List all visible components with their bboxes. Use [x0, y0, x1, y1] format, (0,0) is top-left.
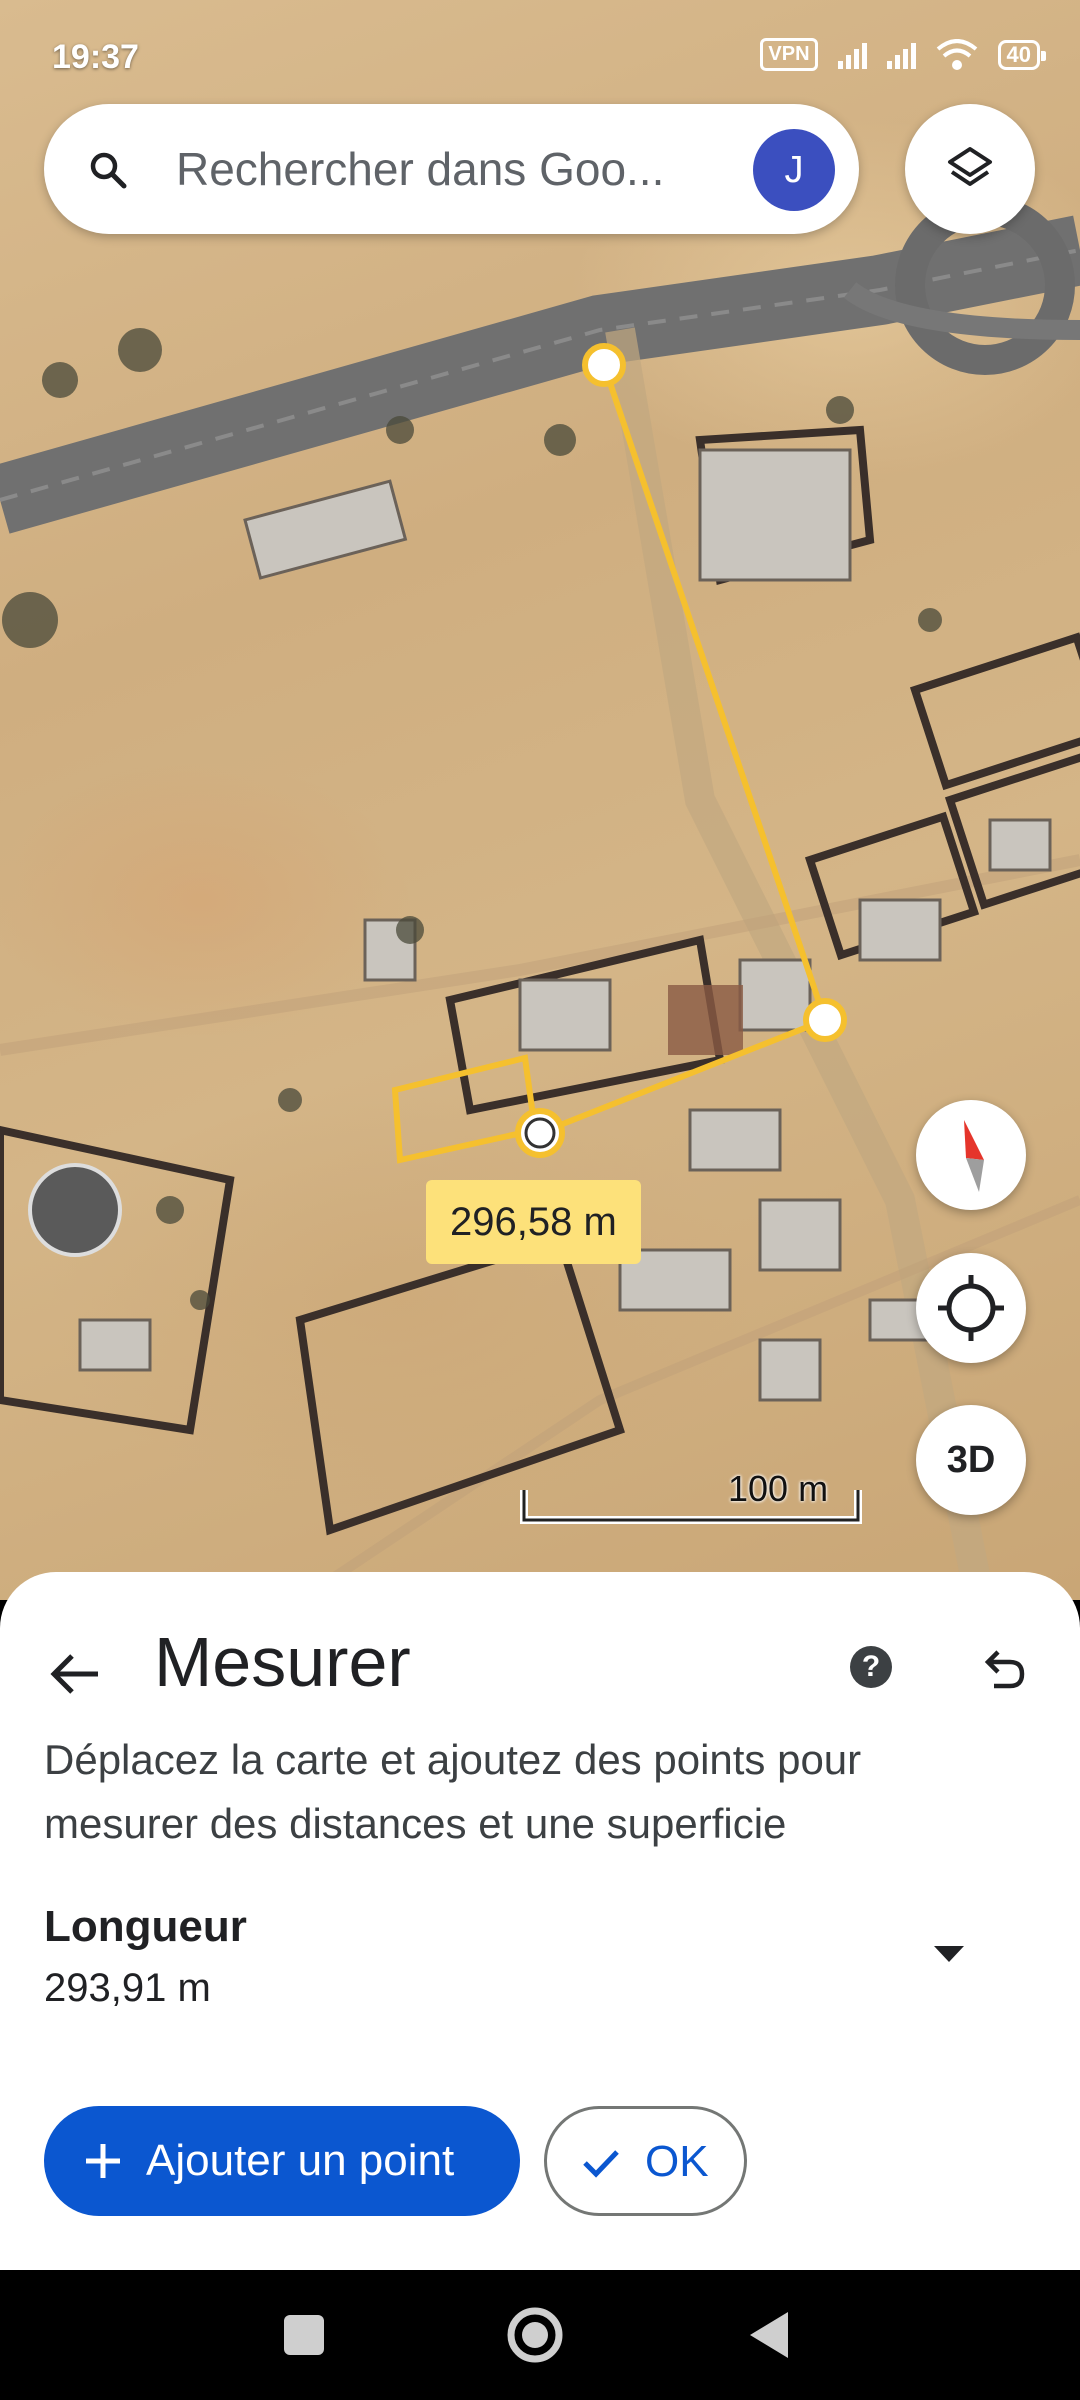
- nav-back-icon[interactable]: [710, 2270, 830, 2400]
- 3d-toggle-button[interactable]: 3D: [916, 1405, 1026, 1515]
- plus-icon: [86, 2144, 120, 2178]
- compass-icon: [964, 1120, 984, 1192]
- crosshair-icon: [938, 1275, 1004, 1341]
- segment-distance-label: 296,58 m: [426, 1180, 641, 1264]
- search-icon[interactable]: [88, 150, 128, 190]
- ok-label: OK: [645, 2137, 709, 2186]
- compass-button[interactable]: [916, 1100, 1026, 1210]
- search-bar[interactable]: Rechercher dans Goo... J: [44, 104, 859, 234]
- sheet-title: Mesurer: [154, 1623, 411, 1701]
- vpn-icon: VPN: [760, 38, 818, 71]
- add-point-button[interactable]: Ajouter un point: [44, 2106, 520, 2216]
- check-icon: [583, 2150, 619, 2178]
- status-bar: 19:37 VPN 40: [0, 0, 1080, 100]
- instructions-text: Déplacez la carte et ajoutez des points …: [44, 1736, 862, 1847]
- add-point-label: Ajouter un point: [146, 2136, 455, 2185]
- signal-icon-2: [886, 41, 916, 69]
- scale-label: 100 m: [728, 1468, 829, 1509]
- status-time: 19:37: [52, 38, 139, 76]
- recent-apps-icon[interactable]: [244, 2270, 364, 2400]
- wifi-icon: [936, 38, 977, 70]
- system-nav-bar: [0, 2270, 1080, 2400]
- status-icons: VPN 40: [760, 38, 1047, 71]
- undo-icon[interactable]: [976, 1644, 1028, 1696]
- satellite-map[interactable]: 19:37 VPN 40 Rechercher dans Goo... J 3D…: [0, 0, 1080, 1600]
- my-location-button[interactable]: [916, 1253, 1026, 1363]
- avatar[interactable]: J: [753, 129, 835, 211]
- length-value: 293,91 m: [44, 1966, 211, 2010]
- signal-icon: [837, 41, 867, 69]
- battery-icon: 40: [997, 39, 1047, 70]
- back-arrow-icon[interactable]: [44, 1642, 108, 1706]
- layers-icon: [948, 147, 992, 186]
- help-icon[interactable]: ?: [850, 1646, 892, 1688]
- measure-sheet: Mesurer ? Déplacez la carte et ajoutez d…: [0, 1572, 1080, 2270]
- home-icon[interactable]: [475, 2270, 595, 2400]
- ok-button[interactable]: OK: [544, 2106, 747, 2216]
- layers-button[interactable]: [905, 104, 1035, 234]
- length-label: Longueur: [44, 1902, 247, 1951]
- search-input[interactable]: Rechercher dans Goo...: [176, 142, 664, 196]
- chevron-down-icon[interactable]: [930, 1942, 968, 1966]
